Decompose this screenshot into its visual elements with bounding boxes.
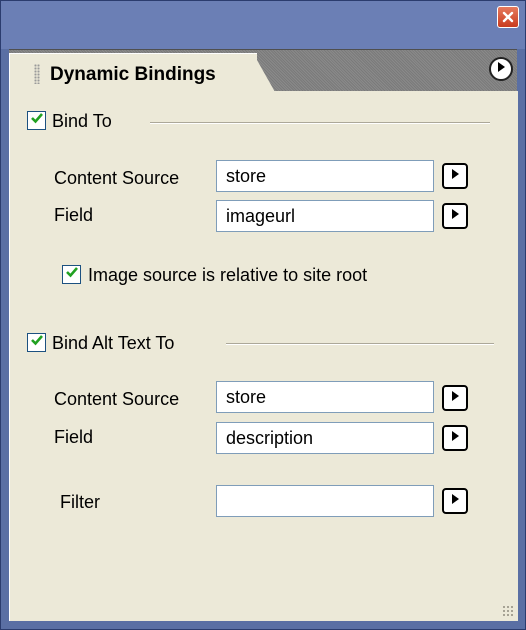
alt-field-label: Field <box>54 427 94 447</box>
play-arrow-icon <box>451 429 460 447</box>
section-divider <box>226 343 494 345</box>
content-source-arrow-button[interactable] <box>442 163 468 189</box>
panel-content: Bind To Content Source store Field image… <box>9 91 518 621</box>
play-arrow-icon <box>451 167 460 185</box>
tab-title: Dynamic Bindings <box>50 64 216 85</box>
checkmark-icon <box>30 333 44 352</box>
filter-input[interactable] <box>216 485 434 517</box>
alt-field-arrow-button[interactable] <box>442 425 468 451</box>
checkmark-icon <box>30 111 44 130</box>
section-divider <box>150 122 490 124</box>
bind-alt-text-label: Bind Alt Text To <box>52 333 175 353</box>
alt-content-source-field[interactable]: store <box>216 381 434 413</box>
tab-dynamic-bindings[interactable]: Dynamic Bindings <box>9 53 257 92</box>
field-label: Field <box>54 205 94 225</box>
field-arrow-button[interactable] <box>442 203 468 229</box>
alt-content-source-arrow-button[interactable] <box>442 385 468 411</box>
panel-title-bar[interactable] <box>1 1 525 49</box>
bind-to-label: Bind To <box>52 111 112 131</box>
filter-arrow-button[interactable] <box>442 488 468 514</box>
close-button[interactable] <box>497 6 519 28</box>
filter-label: Filter <box>60 492 100 512</box>
bind-to-checkbox[interactable] <box>27 111 46 130</box>
content-source-label: Content Source <box>54 168 180 188</box>
tab-strip: Dynamic Bindings <box>9 49 517 92</box>
tab-edge <box>253 53 275 92</box>
field-input[interactable]: imageurl <box>216 200 434 232</box>
relative-to-root-checkbox[interactable] <box>62 265 81 284</box>
relative-to-root-label: Image source is relative to site root <box>88 265 368 285</box>
close-icon <box>502 11 514 23</box>
resize-grip[interactable] <box>502 605 514 617</box>
bind-alt-text-checkbox[interactable] <box>27 333 46 352</box>
checkmark-icon <box>65 265 79 284</box>
play-arrow-icon <box>451 492 460 510</box>
play-arrow-icon <box>451 207 460 225</box>
content-source-field[interactable]: store <box>216 160 434 192</box>
dynamic-bindings-panel: Dynamic Bindings Bind To Content Source … <box>0 0 526 630</box>
panel-menu-button[interactable] <box>489 57 513 81</box>
panel-menu-icon <box>496 60 506 78</box>
play-arrow-icon <box>451 389 460 407</box>
alt-content-source-label: Content Source <box>54 389 180 409</box>
tab-grip[interactable] <box>34 64 40 84</box>
alt-field-input[interactable]: description <box>216 422 434 454</box>
